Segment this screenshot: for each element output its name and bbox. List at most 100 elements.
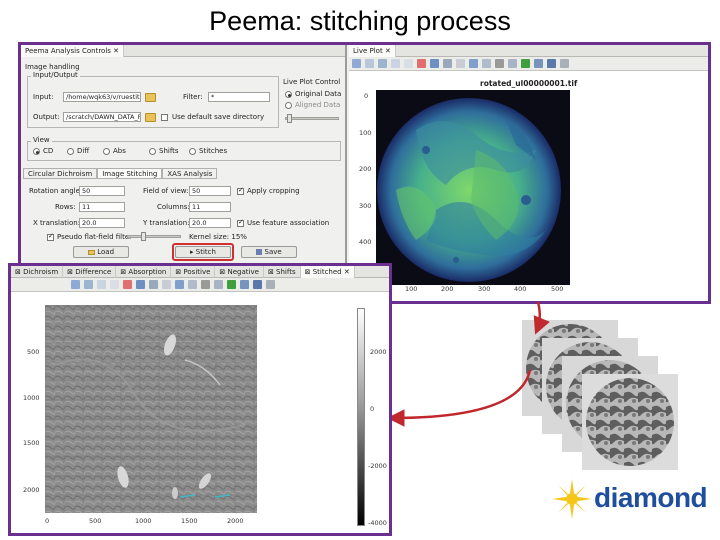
histogram-icon[interactable] [123, 280, 132, 289]
line-icon[interactable] [149, 280, 158, 289]
output-field[interactable]: /scratch/DAWN_DATA_P [63, 112, 141, 122]
tab-difference[interactable]: ⊠ Difference [63, 266, 117, 278]
filter-field[interactable]: * [208, 92, 270, 102]
cropping-checkbox[interactable] [237, 186, 244, 195]
cursor-icon[interactable] [456, 59, 465, 68]
tab-circular-dichroism[interactable]: Circular Dichroism [23, 168, 98, 179]
default-save-checkbox[interactable] [161, 114, 168, 121]
y-translation-label: Y translation: [143, 219, 190, 227]
io-group-label: Input/Output [31, 71, 80, 79]
original-data-radio[interactable] [285, 91, 292, 98]
diamond-logo: diamond [552, 476, 708, 522]
stitched-y-tick: 1500 [23, 439, 40, 447]
image-icon[interactable] [534, 59, 543, 68]
tab-dichroism-label: Dichroism [23, 267, 59, 276]
default-save-label: Use default save directory [172, 113, 265, 121]
measure-icon[interactable] [469, 59, 478, 68]
green-add-icon[interactable] [521, 59, 530, 68]
analysis-tab[interactable]: Peema Analysis Controls ✕ [21, 45, 125, 57]
aligned-data-radio[interactable] [285, 102, 292, 109]
kernel-slider-thumb[interactable] [141, 232, 146, 241]
pseudo-checkbox[interactable] [47, 232, 54, 241]
feature-checkbox[interactable] [237, 218, 244, 227]
save-button[interactable]: Save [241, 246, 297, 258]
fov-field[interactable]: 50 [189, 186, 231, 196]
view-radio-shifts[interactable] [149, 148, 156, 155]
live-plot-tab[interactable]: Live Plot ✕ [349, 45, 396, 57]
green-add-icon[interactable] [227, 280, 236, 289]
live-plot-tabbar: Live Plot ✕ [349, 45, 708, 57]
tab-image-stitching[interactable]: Image Stitching [97, 168, 163, 179]
rows-label: Rows: [55, 203, 76, 211]
y-translation-field[interactable]: 20.0 [189, 218, 231, 228]
input-field[interactable]: /home/wqk63/v/ruestit [63, 92, 141, 102]
columns-field[interactable]: 11 [189, 202, 231, 212]
colorbar[interactable] [357, 308, 365, 526]
tab-xas-analysis[interactable]: XAS Analysis [162, 168, 218, 179]
stitched-y-tick: 500 [27, 348, 40, 356]
tool-icon[interactable] [188, 280, 197, 289]
rotation-field[interactable]: 50 [79, 186, 125, 196]
circular-sample-image [377, 98, 561, 282]
live-plot-image[interactable] [376, 90, 570, 285]
print-icon[interactable] [201, 280, 210, 289]
live-x-tick: 500 [551, 285, 564, 293]
histogram-icon[interactable] [417, 59, 426, 68]
kernel-slider[interactable] [127, 235, 181, 238]
zoom-icon[interactable] [352, 59, 361, 68]
cursor-icon[interactable] [162, 280, 171, 289]
live-plot-control-label: Live Plot Control [283, 78, 341, 86]
crosshair-icon[interactable] [110, 280, 119, 289]
print-icon[interactable] [495, 59, 504, 68]
rows-field[interactable]: 11 [79, 202, 125, 212]
x-translation-field[interactable]: 20.0 [79, 218, 125, 228]
stitched-image[interactable] [45, 305, 257, 513]
region-icon[interactable] [430, 59, 439, 68]
zoom-icon[interactable] [71, 280, 80, 289]
window-title: Peema Analysis Controls [25, 46, 111, 55]
image-icon[interactable] [240, 280, 249, 289]
menu-icon[interactable] [266, 280, 275, 289]
tab-negative[interactable]: ⊠ Negative [215, 266, 264, 278]
crosshair-icon[interactable] [404, 59, 413, 68]
view-radio-diff[interactable] [67, 148, 74, 155]
grid-icon[interactable] [97, 280, 106, 289]
live-plot-slider-thumb[interactable] [287, 114, 292, 123]
input-folder-icon[interactable] [145, 93, 156, 102]
folder-icon [87, 249, 95, 255]
measure-icon[interactable] [175, 280, 184, 289]
stitched-x-tick: 0 [45, 517, 50, 525]
rotation-label: Rotation angle: [29, 187, 83, 195]
colormap-icon[interactable] [253, 280, 262, 289]
view-radio-cd[interactable] [33, 148, 40, 155]
export-icon[interactable] [508, 59, 517, 68]
colormap-icon[interactable] [547, 59, 556, 68]
tool-icon[interactable] [482, 59, 491, 68]
load-button[interactable]: Load [73, 246, 129, 258]
axes-icon[interactable] [84, 280, 93, 289]
view-radio-abs[interactable] [103, 148, 110, 155]
tab-stitched[interactable]: ⊠ Stitched ✕ [300, 266, 355, 278]
line-icon[interactable] [443, 59, 452, 68]
output-folder-icon[interactable] [145, 113, 156, 122]
stitched-y-tick: 1000 [23, 394, 40, 402]
tab-absorption[interactable]: ⊠ Absorption [116, 266, 172, 278]
pseudo-label: Pseudo flat-field filter [57, 233, 133, 241]
cropping-label: Apply cropping [247, 187, 300, 195]
tab-shifts-label: Shifts [276, 267, 296, 276]
slide-title: Peema: stitching process [209, 6, 511, 36]
axes-icon[interactable] [378, 59, 387, 68]
tab-shifts[interactable]: ⊠ Shifts [264, 266, 301, 278]
export-icon[interactable] [214, 280, 223, 289]
tab-positive[interactable]: ⊠ Positive [171, 266, 216, 278]
region-icon[interactable] [136, 280, 145, 289]
live-x-tick: 400 [514, 285, 527, 293]
grid-icon[interactable] [391, 59, 400, 68]
menu-icon[interactable] [560, 59, 569, 68]
tab-dichroism[interactable]: ⊠ Dichroism [11, 266, 64, 278]
view-radio-stitches[interactable] [189, 148, 196, 155]
load-button-label: Load [97, 248, 115, 256]
pan-icon[interactable] [365, 59, 374, 68]
live-plot-slider[interactable] [285, 117, 339, 120]
live-x-tick: 200 [441, 285, 454, 293]
